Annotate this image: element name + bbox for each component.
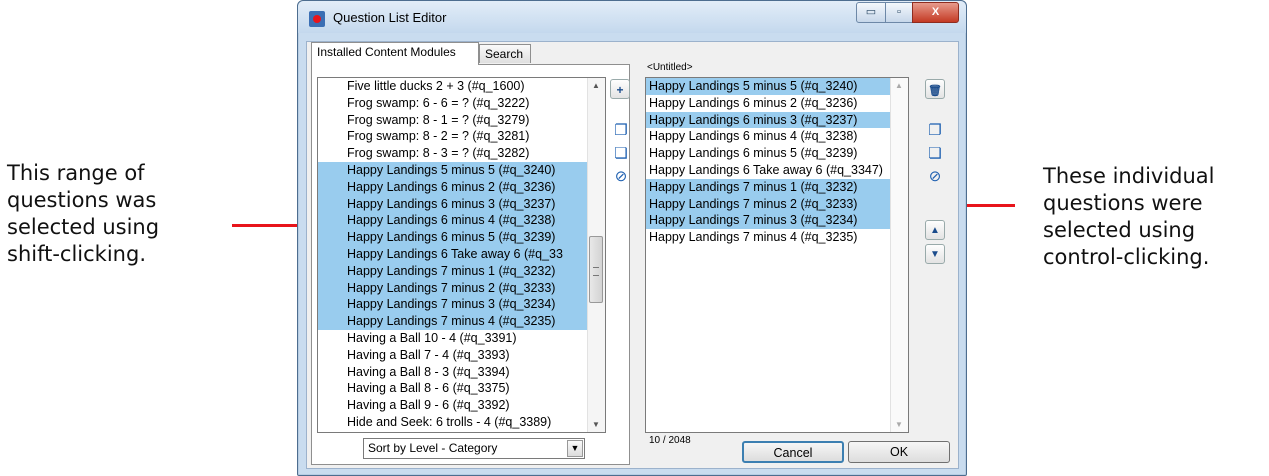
sort-select[interactable]: Sort by Level - Category ▼: [363, 438, 585, 459]
list-item[interactable]: Five little ducks 2 + 3 (#q_1600): [318, 78, 605, 95]
add-button[interactable]: +: [610, 79, 630, 99]
maximize-button[interactable]: ▫: [885, 2, 913, 23]
list-item[interactable]: Happy Landings 6 minus 4 (#q_3238): [646, 128, 908, 145]
list-item-selected[interactable]: Happy Landings 7 minus 2 (#q_3233): [646, 195, 908, 213]
list-item-selected[interactable]: Happy Landings 7 minus 3 (#q_3234): [318, 296, 605, 314]
list-item-selected[interactable]: Happy Landings 5 minus 5 (#q_3240): [646, 78, 908, 95]
list-item[interactable]: Having a Ball 10 - 4 (#q_3391): [318, 330, 605, 347]
list-item-selected[interactable]: Happy Landings 7 minus 1 (#q_3232): [318, 262, 605, 280]
scroll-down-arrow-icon[interactable]: ▼: [895, 420, 903, 429]
right-annotation-line: These individual: [1043, 164, 1215, 188]
dialog-client-area: Installed Content Modules Search Five li…: [306, 41, 959, 469]
list-item-selected[interactable]: Happy Landings 6 minus 3 (#q_3237): [318, 195, 605, 213]
list-item-selected[interactable]: Happy Landings 7 minus 3 (#q_3234): [646, 212, 908, 230]
list-item[interactable]: Frog swamp: 8 - 2 = ? (#q_3281): [318, 128, 605, 145]
left-annotation-line: questions was: [7, 188, 157, 212]
app-icon: [309, 11, 325, 27]
list-item[interactable]: Happy Landings 6 Take away 6 (#q_3347): [646, 162, 908, 179]
list-item-selected[interactable]: Happy Landings 6 minus 3 (#q_3237): [646, 111, 908, 129]
list-item[interactable]: Having a Ball 9 - 6 (#q_3392): [318, 397, 605, 414]
scroll-down-arrow-icon[interactable]: ▼: [592, 420, 600, 429]
question-list[interactable]: Happy Landings 5 minus 5 (#q_3240) Happy…: [645, 77, 909, 433]
scrollbar-thumb[interactable]: [589, 236, 603, 303]
left-list-scrollbar[interactable]: ▲ ▼: [587, 78, 605, 432]
scroll-up-arrow-icon[interactable]: ▲: [592, 81, 600, 90]
right-list-scrollbar[interactable]: ▲ ▼: [890, 78, 908, 432]
scroll-up-arrow-icon[interactable]: ▲: [895, 81, 903, 90]
list-item[interactable]: Happy Landings 6 minus 2 (#q_3236): [646, 95, 908, 112]
left-annotation-line: selected using: [7, 215, 160, 239]
list-item-selected[interactable]: Happy Landings 7 minus 2 (#q_3233): [318, 279, 605, 297]
list-item[interactable]: Having a Ball 7 - 4 (#q_3393): [318, 347, 605, 364]
copy-icon[interactable]: ❐: [926, 122, 944, 140]
list-item-selected[interactable]: Happy Landings 7 minus 4 (#q_3235): [318, 313, 605, 330]
right-annotation-line: questions were: [1043, 191, 1203, 215]
list-item-selected[interactable]: Happy Landings 5 minus 5 (#q_3240): [318, 161, 605, 179]
installed-questions-list[interactable]: Five little ducks 2 + 3 (#q_1600) Frog s…: [317, 77, 606, 433]
paste-icon[interactable]: ❏: [926, 145, 944, 163]
trash-icon: 🗑: [928, 85, 942, 97]
right-annotation-line: selected using: [1043, 218, 1196, 242]
list-item[interactable]: Hide and Seek: 6 trolls - 4 (#q_3389): [318, 414, 605, 431]
grip-icon: [593, 266, 599, 276]
list-item-selected[interactable]: Happy Landings 6 minus 5 (#q_3239): [318, 229, 605, 246]
chevron-down-icon[interactable]: ▼: [567, 440, 583, 457]
right-annotation: These individual questions were selected…: [1043, 163, 1215, 271]
list-title: <Untitled>: [647, 62, 693, 73]
paste-icon[interactable]: ❏: [612, 145, 630, 163]
tab-search[interactable]: Search: [479, 44, 531, 63]
right-annotation-line: control-clicking.: [1043, 245, 1210, 269]
cancel-button[interactable]: Cancel: [742, 441, 844, 463]
move-up-button[interactable]: ▲: [925, 220, 945, 240]
list-item-selected[interactable]: Happy Landings 6 minus 4 (#q_3238): [318, 212, 605, 230]
close-button[interactable]: X: [912, 2, 959, 23]
minimize-button[interactable]: ▭: [856, 2, 886, 23]
left-annotation-line: shift-clicking.: [7, 242, 146, 266]
clear-icon[interactable]: ⊘: [926, 168, 944, 186]
title-bar[interactable]: Question List Editor ▭ ▫ X: [298, 1, 966, 33]
sort-select-value: Sort by Level - Category: [368, 441, 498, 455]
question-list-editor-window: Question List Editor ▭ ▫ X Installed Con…: [297, 0, 967, 476]
move-down-button[interactable]: ▼: [925, 244, 945, 264]
list-item[interactable]: Frog swamp: 8 - 1 = ? (#q_3279): [318, 112, 605, 129]
list-item-selected[interactable]: Happy Landings 6 minus 2 (#q_3236): [318, 178, 605, 196]
list-item-selected[interactable]: Happy Landings 6 Take away 6 (#q_33: [318, 245, 605, 263]
list-item[interactable]: Happy Landings 7 minus 4 (#q_3235): [646, 229, 908, 246]
clear-icon[interactable]: ⊘: [612, 168, 630, 186]
left-annotation-line: This range of: [7, 161, 145, 185]
list-item[interactable]: Frog swamp: 6 - 6 = ? (#q_3222): [318, 95, 605, 112]
ok-button[interactable]: OK: [848, 441, 950, 463]
list-item[interactable]: Frog swamp: 8 - 3 = ? (#q_3282): [318, 145, 605, 162]
tab-installed-content-modules[interactable]: Installed Content Modules: [311, 42, 479, 65]
list-item[interactable]: Having a Ball 8 - 6 (#q_3375): [318, 380, 605, 397]
window-title: Question List Editor: [333, 10, 447, 25]
list-item[interactable]: Having a Ball 8 - 3 (#q_3394): [318, 364, 605, 381]
left-annotation: This range of questions was selected usi…: [7, 160, 159, 268]
copy-icon[interactable]: ❐: [612, 122, 630, 140]
question-count: 10 / 2048: [649, 435, 691, 446]
delete-button[interactable]: 🗑: [925, 79, 945, 99]
list-item-selected[interactable]: Happy Landings 7 minus 1 (#q_3232): [646, 178, 908, 196]
list-item[interactable]: Happy Landings 6 minus 5 (#q_3239): [646, 145, 908, 162]
